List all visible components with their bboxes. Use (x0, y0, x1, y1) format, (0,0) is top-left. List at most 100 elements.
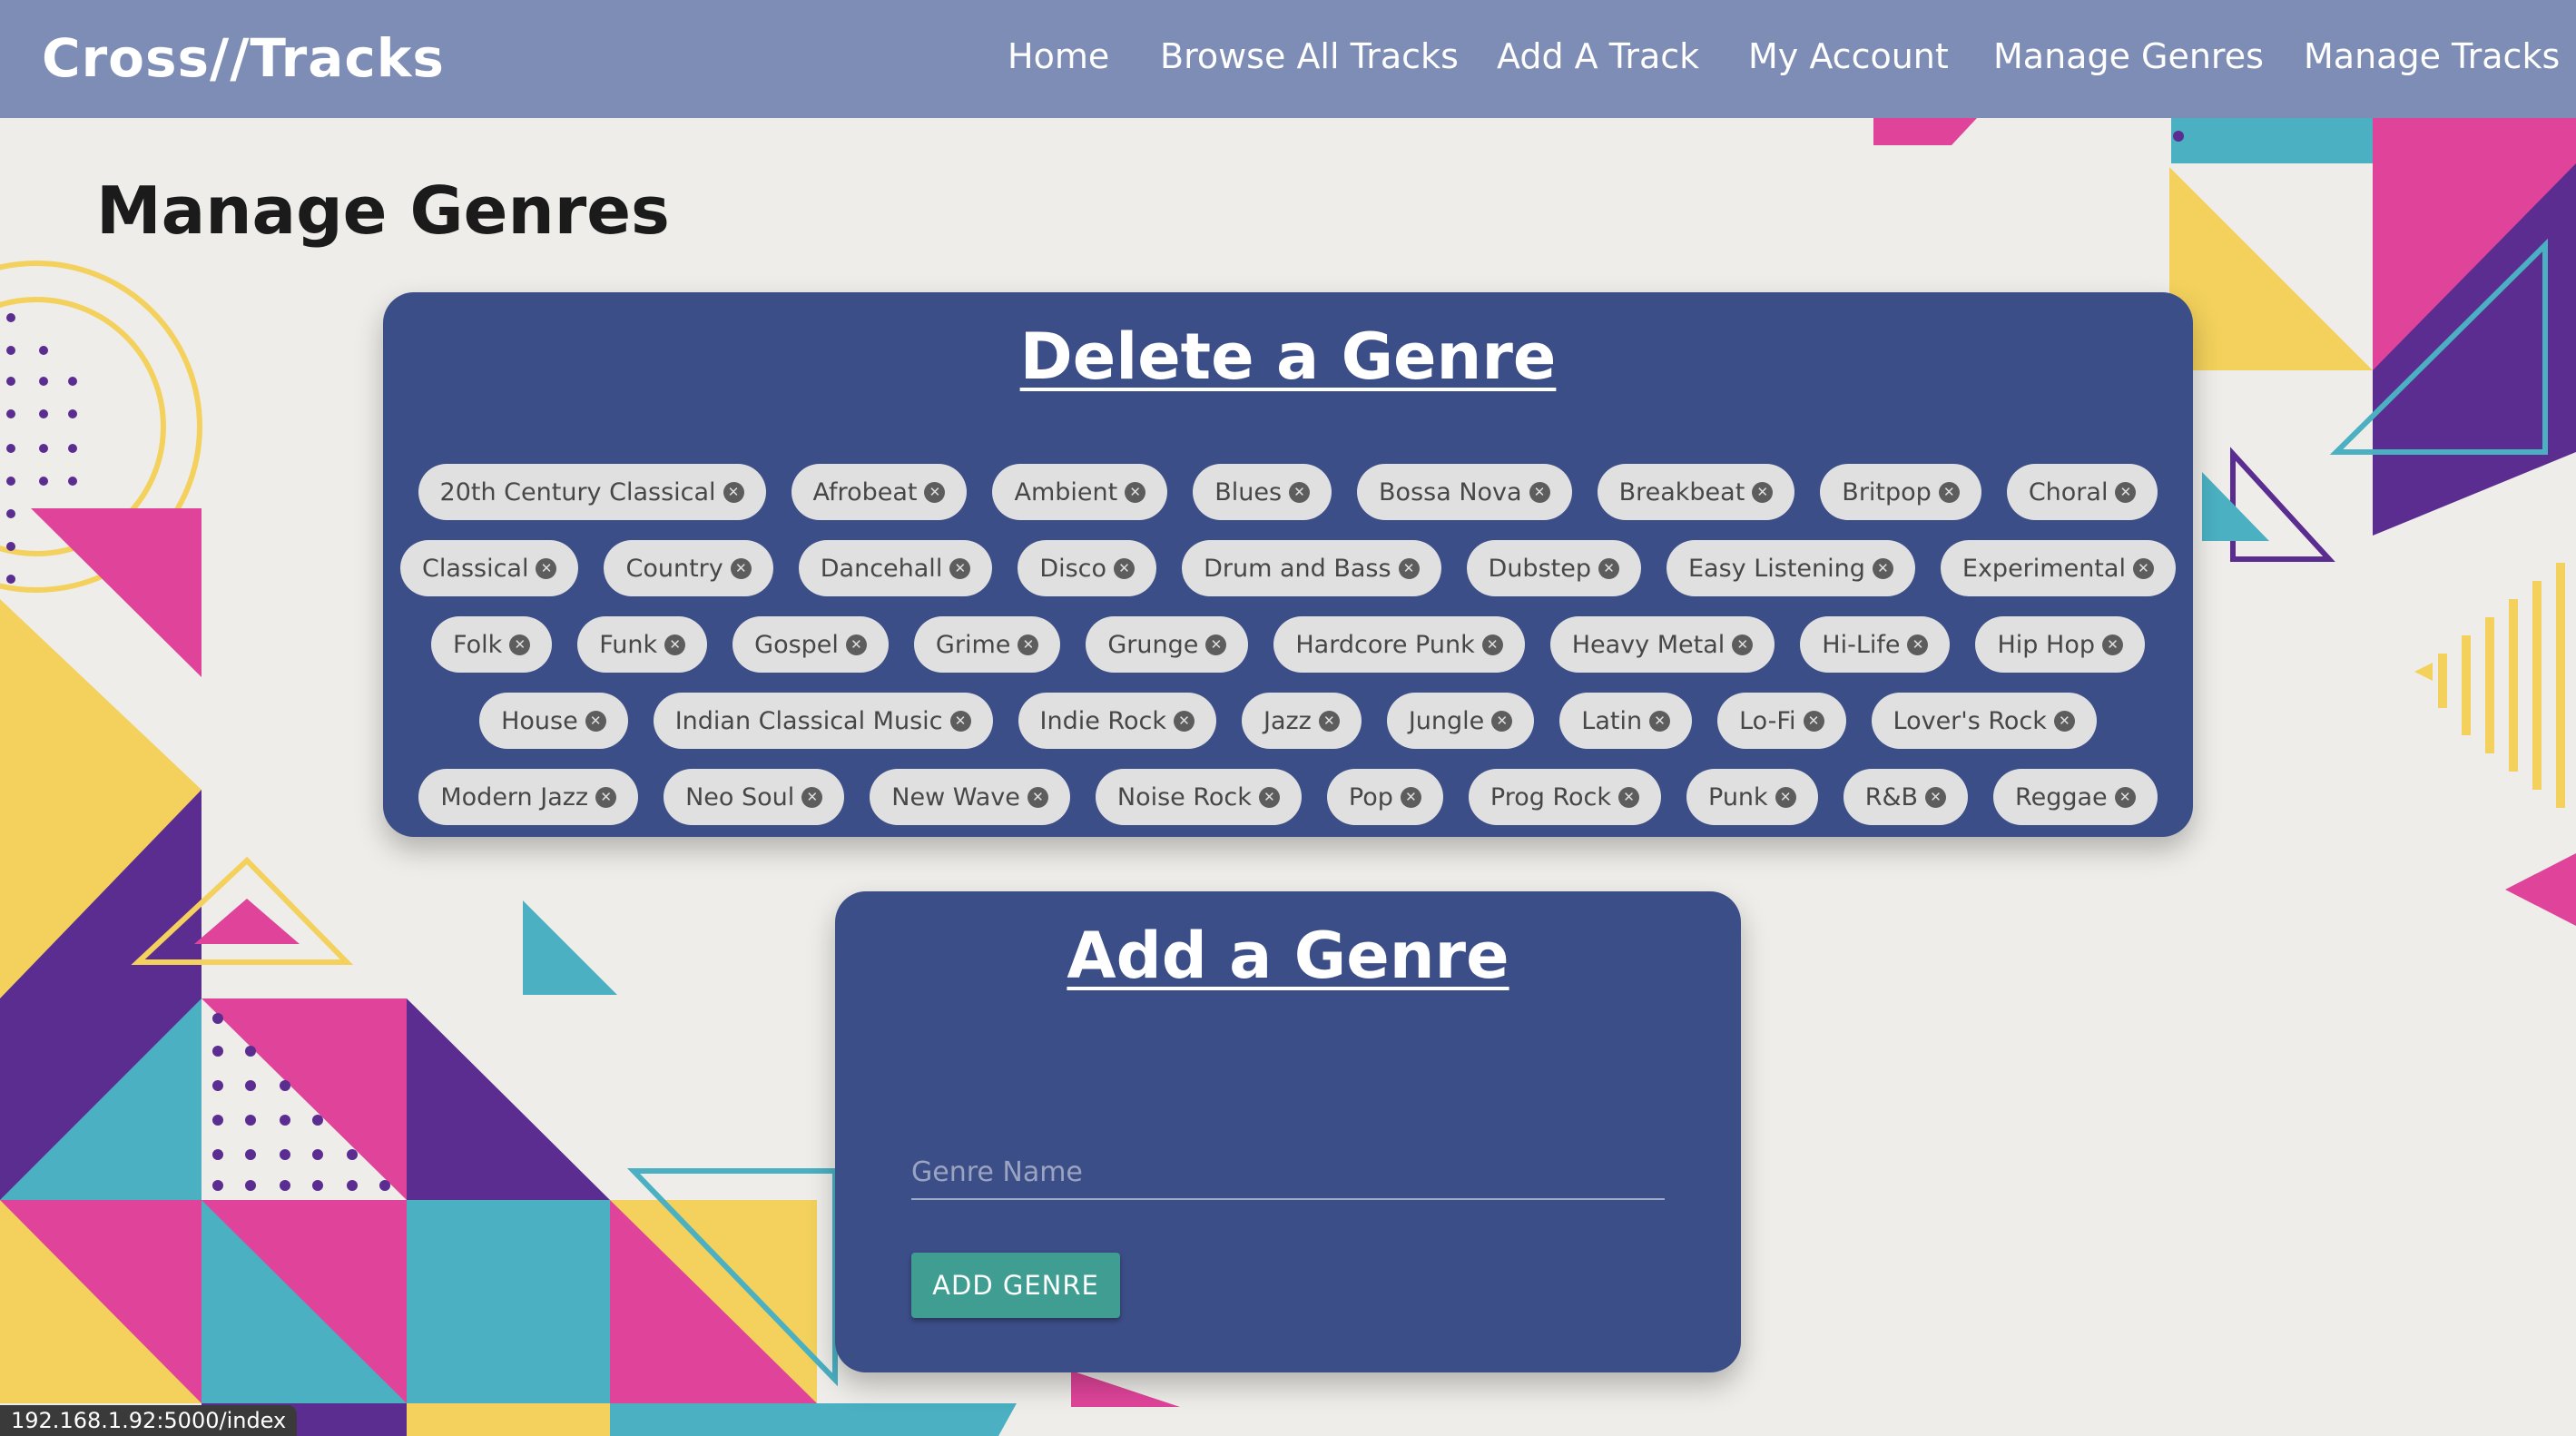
genre-chip-label: 20th Century Classical (439, 477, 716, 507)
genre-chip[interactable]: Experimental ✕ (1940, 540, 2176, 596)
remove-genre-icon[interactable]: ✕ (730, 557, 752, 579)
nav-manage-tracks[interactable]: Manage Tracks (2304, 36, 2560, 76)
genre-chip[interactable]: Disco ✕ (1018, 540, 1157, 596)
remove-genre-icon[interactable]: ✕ (949, 557, 971, 579)
genre-chip[interactable]: Punk ✕ (1686, 769, 1818, 825)
brand-logo[interactable]: Cross//Tracks (42, 27, 445, 89)
genre-chip[interactable]: Dancehall ✕ (798, 540, 993, 596)
remove-genre-icon[interactable]: ✕ (1398, 557, 1420, 579)
remove-genre-icon[interactable]: ✕ (1205, 634, 1227, 655)
genre-chip[interactable]: Lo-Fi ✕ (1717, 693, 1846, 749)
remove-genre-icon[interactable]: ✕ (2132, 557, 2154, 579)
genre-chip[interactable]: Afrobeat ✕ (791, 464, 968, 520)
genre-chip[interactable]: Hi-Life ✕ (1800, 616, 1951, 673)
nav-browse-all-tracks[interactable]: Browse All Tracks (1160, 36, 1459, 76)
genre-chip[interactable]: Easy Listening ✕ (1666, 540, 1915, 596)
remove-genre-icon[interactable]: ✕ (1173, 710, 1195, 732)
genre-chip[interactable]: Modern Jazz ✕ (418, 769, 639, 825)
genre-chip[interactable]: Heavy Metal ✕ (1549, 616, 1775, 673)
remove-genre-icon[interactable]: ✕ (1872, 557, 1893, 579)
genre-chip-label: R&B (1864, 782, 1919, 811)
genre-chip[interactable]: Jungle ✕ (1386, 693, 1535, 749)
remove-genre-icon[interactable]: ✕ (1752, 481, 1774, 503)
remove-genre-icon[interactable]: ✕ (585, 710, 606, 732)
remove-genre-icon[interactable]: ✕ (949, 710, 971, 732)
remove-genre-icon[interactable]: ✕ (1907, 634, 1929, 655)
remove-genre-icon[interactable]: ✕ (845, 634, 867, 655)
genre-chip-label: Indie Rock (1039, 706, 1166, 735)
genre-chip[interactable]: Britpop ✕ (1820, 464, 1981, 520)
genre-chip[interactable]: Reggae ✕ (1993, 769, 2158, 825)
remove-genre-icon[interactable]: ✕ (1125, 481, 1146, 503)
genre-chip[interactable]: New Wave ✕ (870, 769, 1070, 825)
remove-genre-icon[interactable]: ✕ (1258, 786, 1280, 808)
nav-my-account[interactable]: My Account (1748, 36, 1949, 76)
genre-chip[interactable]: Ambient ✕ (992, 464, 1168, 520)
remove-genre-icon[interactable]: ✕ (1775, 786, 1796, 808)
remove-genre-icon[interactable]: ✕ (801, 786, 823, 808)
remove-genre-icon[interactable]: ✕ (1481, 634, 1503, 655)
remove-genre-icon[interactable]: ✕ (2115, 481, 2137, 503)
remove-genre-icon[interactable]: ✕ (1318, 710, 1340, 732)
genre-chip[interactable]: Breakbeat ✕ (1597, 464, 1795, 520)
add-genre-title: Add a Genre (1067, 919, 1509, 993)
remove-genre-icon[interactable]: ✕ (1018, 634, 1039, 655)
remove-genre-icon[interactable]: ✕ (1529, 481, 1550, 503)
nav-manage-genres[interactable]: Manage Genres (1993, 36, 2264, 76)
remove-genre-icon[interactable]: ✕ (1289, 481, 1311, 503)
genre-chip[interactable]: Prog Rock ✕ (1468, 769, 1662, 825)
nav-home[interactable]: Home (1008, 36, 1109, 76)
remove-genre-icon[interactable]: ✕ (1938, 481, 1960, 503)
genre-chip[interactable]: Classical ✕ (400, 540, 579, 596)
genre-name-input[interactable] (911, 1146, 1665, 1200)
remove-genre-icon[interactable]: ✕ (1618, 786, 1640, 808)
genre-chip[interactable]: Grunge ✕ (1086, 616, 1249, 673)
genre-chip[interactable]: Gospel ✕ (732, 616, 889, 673)
genre-chip[interactable]: Country ✕ (604, 540, 773, 596)
genre-chip[interactable]: Dubstep ✕ (1466, 540, 1641, 596)
genre-chip[interactable]: Latin ✕ (1559, 693, 1693, 749)
remove-genre-icon[interactable]: ✕ (595, 786, 617, 808)
genre-chip[interactable]: Pop ✕ (1326, 769, 1443, 825)
remove-genre-icon[interactable]: ✕ (1400, 786, 1421, 808)
nav-add-a-track[interactable]: Add A Track (1497, 36, 1699, 76)
genre-chip-label: House (501, 706, 578, 735)
add-genre-button[interactable]: ADD GENRE (911, 1253, 1120, 1318)
genre-chip[interactable]: Jazz ✕ (1241, 693, 1362, 749)
genre-chip[interactable]: Hip Hop ✕ (1975, 616, 2145, 673)
remove-genre-icon[interactable]: ✕ (2101, 634, 2123, 655)
genre-chip[interactable]: Indian Classical Music ✕ (653, 693, 993, 749)
remove-genre-icon[interactable]: ✕ (1649, 710, 1671, 732)
genre-chip[interactable]: 20th Century Classical ✕ (418, 464, 766, 520)
genre-chip[interactable]: Hardcore Punk ✕ (1273, 616, 1525, 673)
remove-genre-icon[interactable]: ✕ (1732, 634, 1754, 655)
genre-chip[interactable]: R&B ✕ (1843, 769, 1969, 825)
remove-genre-icon[interactable]: ✕ (509, 634, 531, 655)
remove-genre-icon[interactable]: ✕ (2053, 710, 2075, 732)
genre-chip[interactable]: Lover's Rock ✕ (1871, 693, 2097, 749)
genre-chip[interactable]: Folk ✕ (431, 616, 553, 673)
genre-chip[interactable]: Blues ✕ (1193, 464, 1332, 520)
remove-genre-icon[interactable]: ✕ (664, 634, 686, 655)
remove-genre-icon[interactable]: ✕ (1925, 786, 1947, 808)
genre-chip-label: Folk (453, 630, 503, 659)
remove-genre-icon[interactable]: ✕ (924, 481, 946, 503)
genre-chip-list: 20th Century Classical ✕ Afrobeat ✕ Ambient ✕… (383, 454, 2193, 835)
genre-chip[interactable]: Choral ✕ (2006, 464, 2158, 520)
remove-genre-icon[interactable]: ✕ (723, 481, 744, 503)
remove-genre-icon[interactable]: ✕ (2114, 786, 2136, 808)
genre-chip[interactable]: House ✕ (479, 693, 628, 749)
genre-chip[interactable]: Neo Soul ✕ (664, 769, 845, 825)
remove-genre-icon[interactable]: ✕ (1598, 557, 1619, 579)
remove-genre-icon[interactable]: ✕ (1803, 710, 1824, 732)
genre-chip[interactable]: Indie Rock ✕ (1018, 693, 1216, 749)
remove-genre-icon[interactable]: ✕ (1114, 557, 1136, 579)
genre-chip[interactable]: Grime ✕ (913, 616, 1061, 673)
genre-chip[interactable]: Funk ✕ (577, 616, 708, 673)
genre-chip[interactable]: Bossa Nova ✕ (1357, 464, 1572, 520)
remove-genre-icon[interactable]: ✕ (536, 557, 557, 579)
remove-genre-icon[interactable]: ✕ (1027, 786, 1048, 808)
genre-chip[interactable]: Noise Rock ✕ (1095, 769, 1302, 825)
remove-genre-icon[interactable]: ✕ (1491, 710, 1513, 732)
genre-chip[interactable]: Drum and Bass ✕ (1182, 540, 1441, 596)
